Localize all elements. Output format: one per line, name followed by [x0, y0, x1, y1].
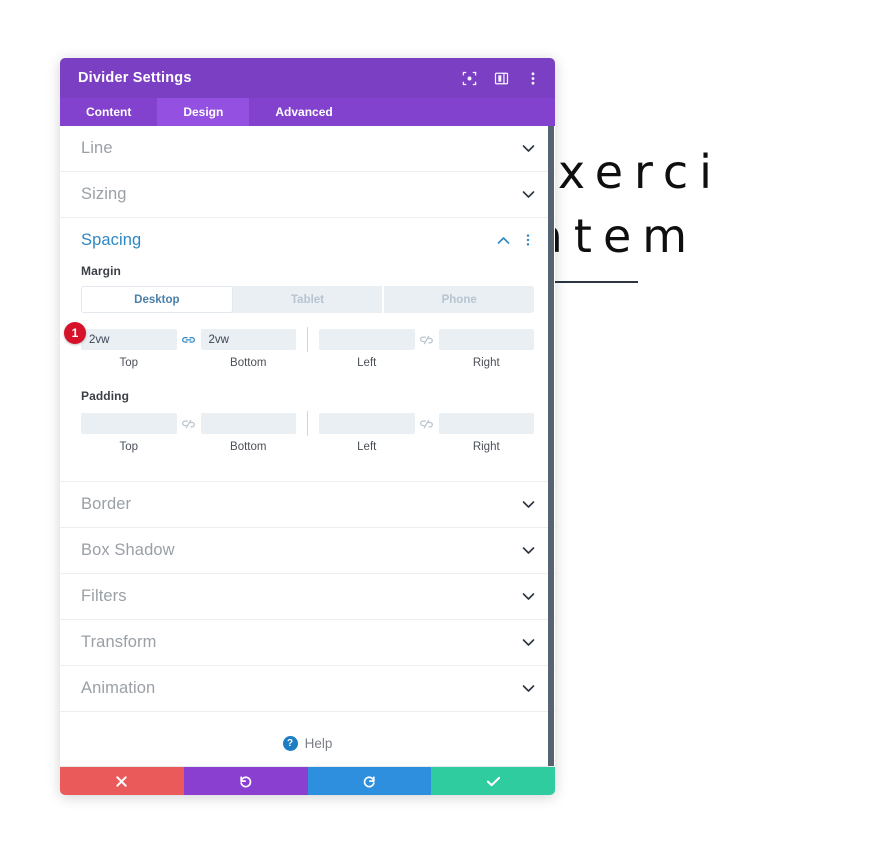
padding-bottom-input[interactable] — [200, 413, 296, 434]
chevron-up-icon[interactable] — [496, 232, 510, 248]
device-desktop-button[interactable]: Desktop — [81, 286, 233, 313]
margin-input-row — [81, 327, 534, 352]
margin-top-input[interactable] — [81, 329, 177, 350]
padding-left-input[interactable] — [319, 413, 415, 434]
device-phone-button[interactable]: Phone — [384, 286, 534, 313]
layout-toggle-icon[interactable] — [493, 70, 509, 86]
link-chain-broken-icon[interactable] — [415, 416, 439, 432]
modal-tabs: Content Design Advanced — [60, 98, 555, 126]
margin-field-label: Margin — [81, 264, 121, 278]
padding-left-right-group — [319, 413, 534, 434]
chevron-down-icon — [521, 636, 535, 650]
padding-left-caption: Left — [357, 441, 377, 453]
section-filters-label: Filters — [81, 587, 127, 605]
help-row[interactable]: ? Help — [60, 712, 555, 766]
margin-top-caption: Top — [119, 357, 139, 369]
padding-top-input[interactable] — [81, 413, 177, 434]
section-spacing: Spacing Margin Desktop Tablet Phone 1 2v… — [60, 218, 555, 482]
margin-right-caption: Right — [472, 357, 500, 369]
help-icon[interactable]: ? — [282, 735, 298, 751]
modal-scrollbar-thumb[interactable] — [548, 126, 554, 766]
margin-top-bottom-group — [81, 329, 296, 350]
padding-top-bottom-group — [81, 413, 296, 434]
link-chain-broken-icon[interactable] — [177, 416, 201, 432]
modal-scroll-region: Line Sizing Spacing Margin Desktop Table… — [60, 126, 555, 766]
section-border[interactable]: Border — [60, 482, 555, 528]
section-border-label: Border — [81, 495, 132, 513]
modal-title: Divider Settings — [78, 70, 192, 86]
padding-inputs-block: Top Bottom Left Right — [81, 411, 534, 453]
padding-divider — [307, 411, 308, 436]
section-box-shadow[interactable]: Box Shadow — [60, 528, 555, 574]
redo-button[interactable] — [307, 767, 432, 795]
help-label[interactable]: Help — [305, 736, 333, 751]
link-chain-icon[interactable] — [177, 332, 201, 348]
section-spacing-label: Spacing — [81, 230, 142, 249]
section-line-label: Line — [81, 139, 113, 157]
section-box-shadow-label: Box Shadow — [81, 541, 175, 559]
check-icon — [486, 775, 501, 788]
padding-right-caption: Right — [472, 441, 500, 453]
margin-bottom-caption: Bottom — [230, 357, 267, 369]
section-sizing[interactable]: Sizing — [60, 172, 555, 218]
section-animation[interactable]: Animation — [60, 666, 555, 712]
padding-top-caption: Top — [119, 441, 139, 453]
step-badge-1: 1 — [64, 322, 86, 344]
section-line[interactable]: Line — [60, 126, 555, 172]
focus-icon[interactable] — [461, 70, 477, 86]
margin-left-input[interactable] — [319, 329, 415, 350]
link-chain-broken-icon[interactable] — [415, 332, 439, 348]
chevron-down-icon — [521, 498, 535, 512]
modal-body: Line Sizing Spacing Margin Desktop Table… — [60, 126, 555, 767]
modal-header-icons — [461, 70, 541, 86]
tab-content[interactable]: Content — [60, 98, 157, 126]
tab-advanced[interactable]: Advanced — [249, 98, 358, 126]
section-spacing-body: Margin Desktop Tablet Phone 1 2vw 2vw To… — [60, 262, 555, 481]
modal-scrollbar-track[interactable] — [548, 126, 555, 766]
undo-icon — [238, 774, 253, 789]
margin-left-right-group — [319, 329, 534, 350]
margin-left-caption: Left — [357, 357, 377, 369]
divider-settings-modal: Divider Settings Content Design Advanced… — [60, 58, 555, 795]
section-transform[interactable]: Transform — [60, 620, 555, 666]
chevron-down-icon — [521, 188, 535, 202]
more-options-icon[interactable] — [525, 70, 541, 86]
margin-right-input[interactable] — [438, 329, 534, 350]
padding-right-input[interactable] — [438, 413, 534, 434]
chevron-down-icon — [521, 544, 535, 558]
section-more-options-icon[interactable] — [521, 232, 535, 248]
save-button[interactable] — [431, 767, 555, 795]
margin-divider — [307, 327, 308, 352]
screen: d Exerci ritatem Divider Settings Conten… — [0, 0, 880, 846]
section-spacing-header[interactable]: Spacing — [60, 218, 555, 262]
section-transform-label: Transform — [81, 633, 157, 651]
section-filters[interactable]: Filters — [60, 574, 555, 620]
padding-field-label: Padding — [81, 389, 130, 403]
margin-captions: Top Bottom Left Right — [81, 357, 534, 369]
margin-inputs-block: 1 2vw 2vw Top Bottom Left Right — [64, 322, 534, 369]
margin-bottom-input[interactable] — [200, 329, 296, 350]
padding-bottom-caption: Bottom — [230, 441, 267, 453]
chevron-down-icon — [521, 142, 535, 156]
section-spacing-tools — [496, 232, 535, 248]
section-sizing-label: Sizing — [81, 185, 127, 203]
padding-input-row — [81, 411, 534, 436]
section-animation-label: Animation — [81, 679, 156, 697]
redo-icon — [362, 774, 377, 789]
chevron-down-icon — [521, 590, 535, 604]
close-icon — [115, 775, 128, 788]
tab-design[interactable]: Design — [157, 98, 250, 126]
margin-device-toggle: Desktop Tablet Phone — [81, 286, 534, 313]
modal-header: Divider Settings — [60, 58, 555, 98]
chevron-down-icon — [521, 682, 535, 696]
cancel-button[interactable] — [60, 767, 184, 795]
padding-captions: Top Bottom Left Right — [81, 441, 534, 453]
modal-footer-actions — [60, 767, 555, 795]
device-tablet-button[interactable]: Tablet — [232, 286, 385, 313]
undo-button[interactable] — [183, 767, 308, 795]
